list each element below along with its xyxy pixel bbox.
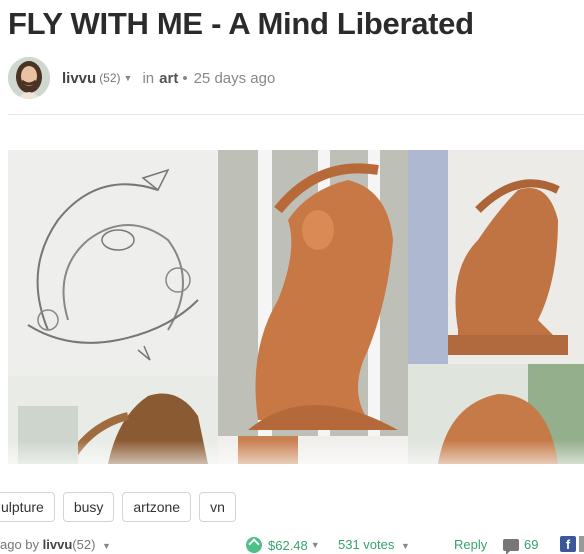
tag-item[interactable]: vn	[199, 492, 236, 522]
upvote-icon[interactable]	[246, 537, 262, 553]
footer-ago-prefix: ago by	[0, 537, 40, 552]
tag-item[interactable]: busy	[62, 492, 115, 522]
author-avatar[interactable]	[8, 57, 50, 99]
footer-reputation: (52)	[72, 537, 96, 552]
post-time: 25 days ago	[193, 69, 276, 87]
post-title: FLY WITH ME - A Mind Liberated	[8, 6, 474, 41]
caret-down-icon[interactable]: ▼	[124, 73, 133, 83]
caret-down-icon[interactable]: ▼	[401, 541, 410, 551]
author-reputation: (52)	[99, 71, 121, 85]
tag-item[interactable]: ulpture	[0, 492, 55, 522]
footer-byline: ago by livvu(52) ▼	[0, 537, 111, 552]
payout[interactable]: $62.48 ▼	[246, 537, 320, 553]
reply-link[interactable]: Reply	[454, 537, 487, 552]
tag-item[interactable]: artzone	[122, 492, 192, 522]
sculpture-main-image	[218, 150, 408, 436]
facebook-icon[interactable]: f	[560, 536, 576, 552]
post-footer: ago by livvu(52) ▼ $62.48 ▼ 531 votes ▼ …	[0, 534, 584, 554]
in-label: in	[142, 69, 155, 87]
author-row: livvu (52) ▼ in art • 25 days ago	[8, 56, 275, 100]
sketch-image	[8, 150, 218, 376]
separator-dot: •	[182, 69, 188, 87]
header-divider	[8, 114, 584, 115]
votes-count[interactable]: 531 votes ▼	[338, 537, 410, 552]
caret-down-icon[interactable]: ▼	[102, 541, 111, 551]
post-image-collage	[8, 150, 584, 464]
author-name[interactable]: livvu	[62, 70, 96, 87]
comment-icon[interactable]	[503, 539, 519, 554]
tag-list: ulpture busy artzone vn	[0, 492, 244, 522]
footer-author[interactable]: livvu	[43, 537, 73, 552]
payout-value[interactable]: $62.48	[268, 538, 308, 553]
votes-label[interactable]: 531 votes	[338, 537, 394, 552]
sculpture-side-image	[408, 150, 584, 364]
avatar-image	[8, 57, 50, 99]
category-link[interactable]: art	[159, 70, 178, 87]
comment-count[interactable]: 69	[524, 537, 538, 552]
share-icon[interactable]	[579, 536, 584, 552]
caret-down-icon[interactable]: ▼	[311, 540, 320, 550]
image-fade-overlay	[0, 440, 584, 476]
